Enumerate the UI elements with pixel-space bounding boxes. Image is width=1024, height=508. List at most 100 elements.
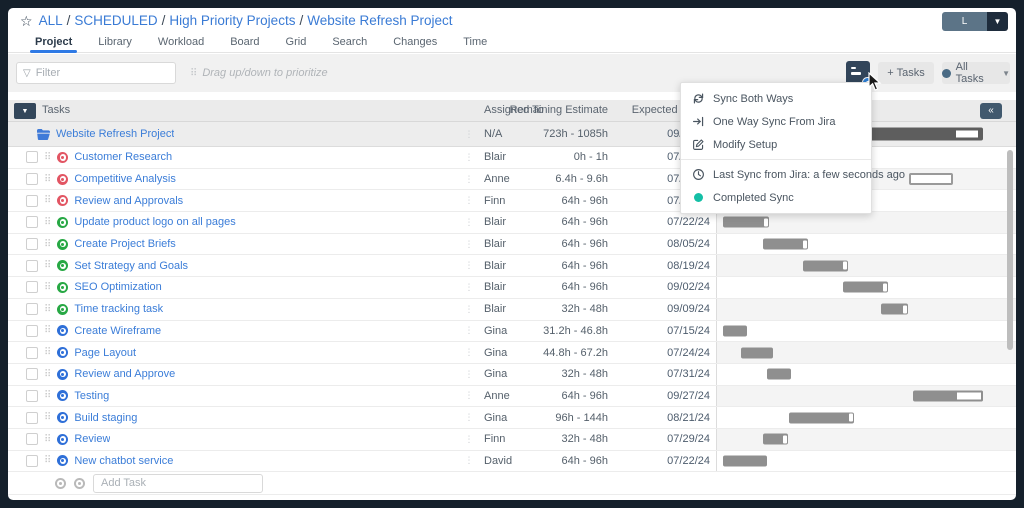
task-name-link[interactable]: Create Project Briefs bbox=[74, 238, 175, 250]
gantt-bar[interactable] bbox=[803, 260, 848, 271]
column-resize-handle-icon[interactable]: ⋮ bbox=[462, 407, 476, 428]
task-checkbox[interactable] bbox=[26, 433, 38, 445]
task-name-link[interactable]: Review bbox=[74, 433, 110, 445]
task-row[interactable]: ⠿Set Strategy and Goals⋮Blair64h - 96h08… bbox=[8, 255, 1016, 277]
task-checkbox[interactable] bbox=[26, 151, 38, 163]
tab-board[interactable]: Board bbox=[217, 32, 272, 53]
task-checkbox[interactable] bbox=[26, 412, 38, 424]
add-tasks-button[interactable]: + Tasks bbox=[878, 62, 934, 84]
filter-input[interactable] bbox=[36, 67, 156, 79]
task-row[interactable]: ⠿Review⋮Finn32h - 48h07/29/24 bbox=[8, 429, 1016, 451]
account-initial[interactable]: L bbox=[942, 12, 987, 31]
task-name-link[interactable]: Review and Approvals bbox=[74, 195, 183, 207]
column-resize-handle-icon[interactable]: ⋮ bbox=[462, 277, 476, 298]
drag-handle-icon[interactable]: ⠿ bbox=[44, 195, 51, 206]
menu-item-completed-sync[interactable]: Completed Sync bbox=[681, 186, 871, 209]
tab-workload[interactable]: Workload bbox=[145, 32, 217, 53]
menu-item-modify-setup[interactable]: Modify Setup bbox=[681, 133, 871, 156]
add-task-input[interactable] bbox=[93, 474, 263, 493]
drag-handle-icon[interactable]: ⠿ bbox=[44, 239, 51, 250]
task-checkbox[interactable] bbox=[26, 281, 38, 293]
task-name-link[interactable]: Time tracking task bbox=[74, 303, 163, 315]
column-resize-handle-icon[interactable]: ⋮ bbox=[462, 190, 476, 211]
task-name-link[interactable]: Build staging bbox=[74, 412, 137, 424]
task-name-link[interactable]: New chatbot service bbox=[74, 455, 173, 467]
drag-handle-icon[interactable]: ⠿ bbox=[44, 347, 51, 358]
tab-project[interactable]: Project bbox=[22, 32, 85, 53]
breadcrumb-segment[interactable]: High Priority Projects bbox=[169, 13, 295, 28]
breadcrumb-segment[interactable]: SCHEDULED bbox=[74, 13, 157, 28]
star-icon[interactable]: ☆ bbox=[20, 14, 33, 28]
vertical-scrollbar[interactable] bbox=[1007, 150, 1013, 350]
tab-time[interactable]: Time bbox=[450, 32, 500, 53]
all-tasks-filter-dropdown[interactable]: All Tasks ▼ bbox=[942, 62, 1010, 84]
task-name-link[interactable]: Review and Approve bbox=[74, 368, 175, 380]
column-resize-handle-icon[interactable]: ⋮ bbox=[462, 342, 476, 363]
task-row[interactable]: ⠿Build staging⋮Gina96h - 144h08/21/24 bbox=[8, 407, 1016, 429]
task-name-link[interactable]: Page Layout bbox=[74, 347, 136, 359]
drag-handle-icon[interactable]: ⠿ bbox=[44, 434, 51, 445]
task-row[interactable]: ⠿Page Layout⋮Gina44.8h - 67.2h07/24/24 bbox=[8, 342, 1016, 364]
column-resize-handle-icon[interactable]: ⋮ bbox=[462, 255, 476, 276]
drag-handle-icon[interactable]: ⠿ bbox=[44, 260, 51, 271]
drag-handle-icon[interactable]: ⠿ bbox=[44, 282, 51, 293]
column-resize-handle-icon[interactable]: ⋮ bbox=[462, 147, 476, 168]
breadcrumb-segment[interactable]: ALL bbox=[39, 13, 63, 28]
task-checkbox[interactable] bbox=[26, 195, 38, 207]
gantt-bar[interactable] bbox=[723, 455, 767, 466]
column-resize-handle-icon[interactable]: ⋮ bbox=[462, 212, 476, 233]
task-name-link[interactable]: Website Refresh Project bbox=[56, 128, 174, 140]
gantt-bar[interactable] bbox=[723, 217, 769, 228]
gantt-bar[interactable] bbox=[909, 173, 953, 185]
drag-handle-icon[interactable]: ⠿ bbox=[44, 304, 51, 315]
task-checkbox[interactable] bbox=[26, 455, 38, 467]
task-row[interactable]: ⠿Update product logo on all pages⋮Blair6… bbox=[8, 212, 1016, 234]
task-row[interactable]: ⠿Create Wireframe⋮Gina31.2h - 46.8h07/15… bbox=[8, 321, 1016, 343]
menu-item-sync-both-ways[interactable]: Sync Both Ways bbox=[681, 87, 871, 110]
tab-changes[interactable]: Changes bbox=[380, 32, 450, 53]
drag-handle-icon[interactable]: ⠿ bbox=[44, 390, 51, 401]
collapse-panel-button[interactable]: « bbox=[980, 103, 1002, 119]
task-checkbox[interactable] bbox=[26, 390, 38, 402]
tab-library[interactable]: Library bbox=[85, 32, 145, 53]
task-row[interactable]: ⠿SEO Optimization⋮Blair64h - 96h09/02/24 bbox=[8, 277, 1016, 299]
task-name-link[interactable]: Update product logo on all pages bbox=[74, 216, 235, 228]
gantt-bar[interactable] bbox=[763, 434, 788, 445]
task-row[interactable]: ⠿Review and Approve⋮Gina32h - 48h07/31/2… bbox=[8, 364, 1016, 386]
drag-handle-icon[interactable]: ⠿ bbox=[44, 152, 51, 163]
drag-handle-icon[interactable]: ⠿ bbox=[44, 325, 51, 336]
task-checkbox[interactable] bbox=[26, 368, 38, 380]
column-resize-handle-icon[interactable]: ⋮ bbox=[462, 169, 476, 190]
task-row[interactable]: ⠿Create Project Briefs⋮Blair64h - 96h08/… bbox=[8, 234, 1016, 256]
menu-item-one-way-sync-from-jira[interactable]: One Way Sync From Jira bbox=[681, 110, 871, 133]
column-resize-handle-icon[interactable]: ⋮ bbox=[462, 234, 476, 255]
column-resize-handle-icon[interactable]: ⋮ bbox=[462, 364, 476, 385]
menu-item-last-sync-from-jira-a-few-seco[interactable]: Last Sync from Jira: a few seconds ago bbox=[681, 163, 871, 186]
task-checkbox[interactable] bbox=[26, 303, 38, 315]
filter-box[interactable]: ▽ bbox=[16, 62, 176, 84]
gantt-bar[interactable] bbox=[741, 347, 773, 358]
task-checkbox[interactable] bbox=[26, 216, 38, 228]
gantt-bar[interactable] bbox=[881, 304, 908, 315]
drag-handle-icon[interactable]: ⠿ bbox=[44, 412, 51, 423]
column-resize-handle-icon[interactable]: ⋮ bbox=[462, 451, 476, 472]
breadcrumb-segment[interactable]: Website Refresh Project bbox=[307, 13, 452, 28]
tab-grid[interactable]: Grid bbox=[273, 32, 320, 53]
task-checkbox[interactable] bbox=[26, 347, 38, 359]
column-resize-handle-icon[interactable]: ⋮ bbox=[462, 429, 476, 450]
gantt-bar[interactable] bbox=[767, 369, 791, 380]
drag-handle-icon[interactable]: ⠿ bbox=[44, 217, 51, 228]
task-row[interactable]: ⠿New chatbot service⋮David64h - 96h07/22… bbox=[8, 451, 1016, 473]
task-name-link[interactable]: SEO Optimization bbox=[74, 281, 161, 293]
task-name-link[interactable]: Customer Research bbox=[74, 151, 172, 163]
task-checkbox[interactable] bbox=[26, 260, 38, 272]
gantt-bar[interactable] bbox=[843, 282, 888, 293]
tab-search[interactable]: Search bbox=[319, 32, 380, 53]
column-resize-handle-icon[interactable]: ⋮ bbox=[462, 122, 476, 146]
column-resize-handle-icon[interactable]: ⋮ bbox=[462, 321, 476, 342]
drag-handle-icon[interactable]: ⠿ bbox=[44, 455, 51, 466]
task-name-link[interactable]: Competitive Analysis bbox=[74, 173, 176, 185]
caret-down-icon[interactable]: ▼ bbox=[987, 12, 1008, 31]
task-checkbox[interactable] bbox=[26, 325, 38, 337]
column-resize-handle-icon[interactable]: ⋮ bbox=[462, 299, 476, 320]
